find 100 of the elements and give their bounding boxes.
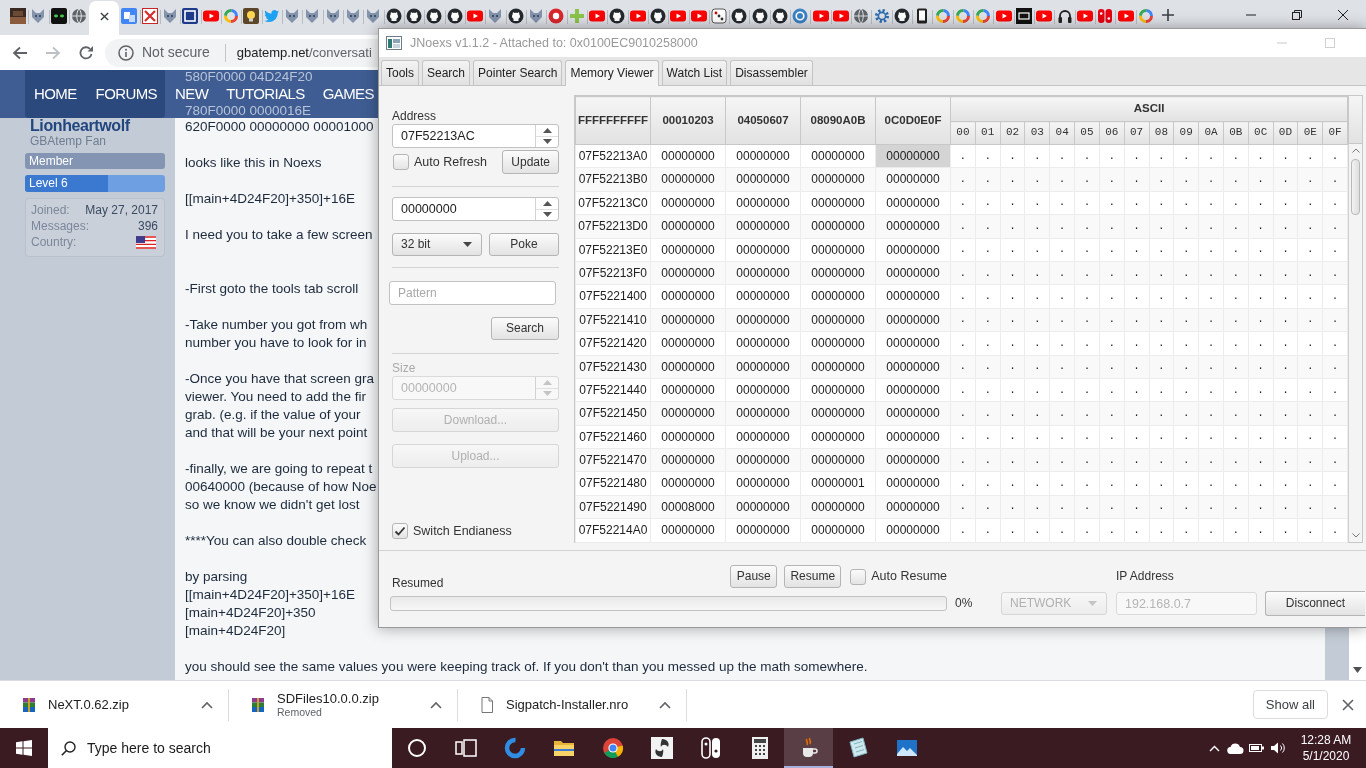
value-cell[interactable]: 00000000 <box>650 518 726 543</box>
tab[interactable]: Tools <box>381 60 419 85</box>
checkbox-label[interactable]: Switch Endianess <box>413 523 512 539</box>
value-cell[interactable]: 00000000 <box>800 425 876 449</box>
poke-button[interactable]: Poke <box>489 233 559 256</box>
taskbar-app-button[interactable] <box>784 728 833 768</box>
chevron-up-icon[interactable] <box>201 700 213 709</box>
value-cell[interactable]: 00000000 <box>875 518 951 543</box>
cloud-icon[interactable] <box>1227 742 1244 754</box>
file-name[interactable]: SDFiles10.0.0.zip <box>277 691 430 706</box>
close-icon[interactable] <box>1338 10 1348 20</box>
search-button[interactable]: Search <box>491 317 559 340</box>
triangle-up-icon[interactable] <box>542 127 552 133</box>
column-header[interactable]: 08090A0B <box>800 96 876 145</box>
plus-icon[interactable] <box>1162 9 1175 21</box>
triangle-down-icon[interactable] <box>542 212 552 218</box>
nav-link[interactable]: FORUMS <box>95 85 157 103</box>
reload-icon[interactable] <box>78 44 94 61</box>
value-field[interactable]: 00000000 <box>392 197 559 221</box>
address-field[interactable]: 07F52213AC <box>392 124 559 148</box>
clock-time[interactable]: 12:28 AM <box>1298 732 1354 748</box>
info-icon[interactable] <box>118 44 134 61</box>
value-cell[interactable]: 00000000 <box>650 284 726 309</box>
username-link[interactable]: Lionheartwolf <box>25 118 165 134</box>
tab[interactable]: Memory Viewer <box>565 60 659 86</box>
tab[interactable]: Disassembler <box>730 60 813 85</box>
value-cell[interactable]: 00000000 <box>650 425 726 449</box>
value-cell[interactable]: 00000000 <box>875 284 951 309</box>
value-cell[interactable]: 00000000 <box>725 378 801 402</box>
checkbox[interactable] <box>850 568 867 585</box>
restore-icon[interactable] <box>1292 10 1302 20</box>
value-cell[interactable]: 00000000 <box>725 238 801 262</box>
search-field[interactable]: Type here to search <box>48 728 392 768</box>
value-cell[interactable]: 00000000 <box>800 378 876 402</box>
value-cell[interactable]: 00000000 <box>800 191 876 215</box>
pattern-field[interactable]: Pattern <box>389 281 556 305</box>
value-cell[interactable]: 00000001 <box>800 471 876 496</box>
value-cell[interactable]: 00000000 <box>875 425 951 449</box>
security-label[interactable]: Not secure <box>142 44 210 61</box>
column-header[interactable]: 00010203 <box>650 96 726 145</box>
value-cell[interactable]: 00000000 <box>650 331 726 355</box>
chevron-up-icon[interactable] <box>430 700 442 709</box>
scroll-up-icon[interactable] <box>1351 148 1360 153</box>
triangle-down-icon[interactable] <box>542 139 552 145</box>
nav-link[interactable]: GAMES <box>322 85 374 103</box>
tab[interactable]: Search <box>422 60 471 85</box>
checkbox-label[interactable]: Auto Resume <box>871 569 947 584</box>
nav-link[interactable]: TUTORIALS <box>226 85 305 103</box>
close-icon[interactable] <box>99 12 109 21</box>
address-bar[interactable]: Not secure gbatemp.net/conversati <box>105 38 378 67</box>
value-cell[interactable]: 00000000 <box>800 518 876 543</box>
disconnect-button[interactable]: Disconnect <box>1265 590 1365 616</box>
scrollbar-thumb[interactable] <box>1351 159 1360 215</box>
pause-button[interactable]: Pause <box>730 565 778 588</box>
chevron-up-icon[interactable] <box>659 700 671 709</box>
value-cell[interactable]: 00000000 <box>650 144 726 168</box>
nav-link[interactable]: HOME <box>34 85 77 103</box>
value-cell[interactable]: 00000000 <box>875 191 951 215</box>
resume-button[interactable]: Resume <box>784 565 842 588</box>
speaker-icon[interactable] <box>1269 741 1286 755</box>
value-cell[interactable]: 00000000 <box>800 331 876 355</box>
value-cell[interactable]: 00000000 <box>725 425 801 449</box>
value-cell[interactable]: 00000000 <box>800 238 876 262</box>
value-cell[interactable]: 00000000 <box>875 238 951 262</box>
value-cell[interactable]: 00000000 <box>800 284 876 309</box>
column-header[interactable]: FFFFFFFFFF <box>575 96 651 145</box>
tab[interactable]: Pointer Search <box>473 60 563 85</box>
show-all-button[interactable]: Show all <box>1252 690 1328 719</box>
value-cell[interactable]: 00000000 <box>650 471 726 496</box>
file-name[interactable]: Sigpatch-Installer.nro <box>506 697 659 712</box>
value-cell[interactable]: 00000000 <box>875 378 951 402</box>
value-cell[interactable]: 00000000 <box>800 144 876 168</box>
value-cell[interactable]: 00000000 <box>650 238 726 262</box>
value-cell[interactable]: 00000000 <box>650 191 726 215</box>
close-icon[interactable] <box>1342 698 1354 711</box>
value-cell[interactable]: 00000000 <box>725 518 801 543</box>
value-cell[interactable]: 00000000 <box>875 471 951 496</box>
scroll-down-icon[interactable] <box>1351 533 1360 538</box>
column-header[interactable]: 04050607 <box>725 96 801 145</box>
tab[interactable]: Watch List <box>661 60 728 85</box>
column-header[interactable]: 0C0D0E0F <box>875 96 951 145</box>
value-cell[interactable]: 00000000 <box>725 331 801 355</box>
value-cell[interactable]: 00000000 <box>725 284 801 309</box>
update-button[interactable]: Update <box>502 150 559 174</box>
back-arrow-icon[interactable] <box>12 45 28 60</box>
triangle-up-icon[interactable] <box>542 200 552 206</box>
value-cell[interactable]: 00000000 <box>725 471 801 496</box>
file-name[interactable]: NeXT.0.62.zip <box>48 697 201 712</box>
checkbox[interactable] <box>393 154 409 170</box>
checkbox-label[interactable]: Auto Refresh <box>414 154 487 170</box>
url-text[interactable]: gbatemp.net/conversati <box>236 44 372 61</box>
value-type-dropdown[interactable]: 32 bit <box>392 233 482 256</box>
value-cell[interactable]: 00000000 <box>650 378 726 402</box>
clock-date[interactable]: 5/1/2020 <box>1298 748 1354 764</box>
value-cell[interactable]: 00000000 <box>725 144 801 168</box>
value-cell[interactable]: 00000000 <box>725 191 801 215</box>
battery-icon[interactable] <box>1248 743 1265 753</box>
value-cell[interactable]: 00000000 <box>875 331 951 355</box>
nav-link[interactable]: NEW <box>175 85 209 103</box>
checkbox[interactable] <box>392 523 408 539</box>
